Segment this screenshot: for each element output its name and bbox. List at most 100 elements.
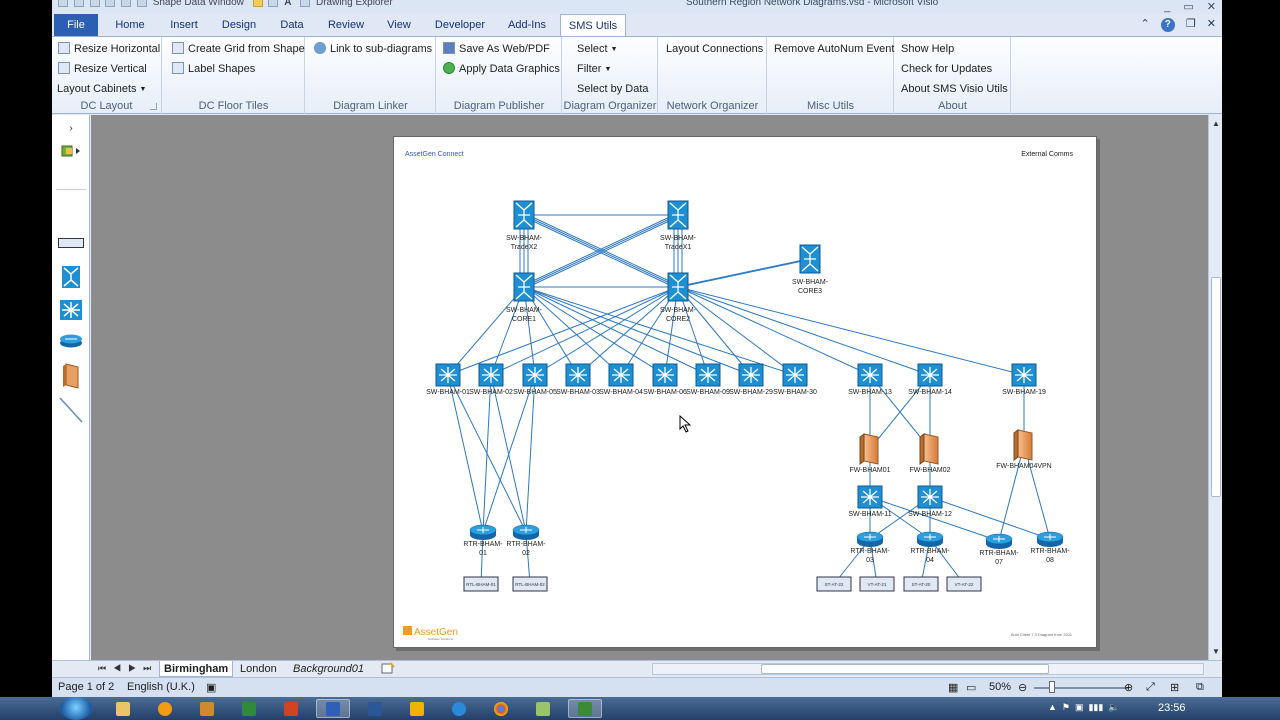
taskbar-app[interactable] <box>190 699 224 718</box>
language-indicator[interactable]: English (U.K.) <box>127 681 195 693</box>
remove-autonum-button[interactable]: Remove AutoNum Event <box>774 42 894 56</box>
taskbar-powerpoint[interactable] <box>274 699 308 718</box>
taskbar-outlook[interactable] <box>400 699 434 718</box>
undo-icon[interactable] <box>90 0 100 7</box>
scroll-down-icon[interactable]: ▼ <box>1212 647 1220 656</box>
zoom-level[interactable]: 50% <box>989 681 1011 693</box>
router-shape-icon[interactable] <box>52 334 90 348</box>
save-as-web-button[interactable]: Save As Web/PDF <box>443 42 550 56</box>
zoom-in-icon[interactable]: ⊕ <box>1124 681 1133 694</box>
link-subdiagrams-button[interactable]: Link to sub-diagrams <box>314 42 432 56</box>
node-sw02[interactable]: SW-BHAM-02 <box>469 364 513 396</box>
redo-icon[interactable] <box>105 0 115 7</box>
select-by-data-button[interactable]: Select by Data <box>577 82 649 96</box>
node-box1[interactable]: RTL-BHAM-01 <box>464 577 498 591</box>
normal-view-icon[interactable]: ▦ <box>948 681 958 694</box>
taskbar-explorer[interactable] <box>106 699 140 718</box>
sheet-tab-london[interactable]: London <box>236 661 281 677</box>
node-box6[interactable]: VT-AT-22 <box>947 577 981 591</box>
node-sw05[interactable]: SW-BHAM-05 <box>513 364 557 396</box>
scroll-up-icon[interactable]: ▲ <box>1212 119 1220 128</box>
taskbar-word[interactable] <box>358 699 392 718</box>
network-link[interactable] <box>524 287 795 375</box>
taskbar-media-player[interactable] <box>148 699 182 718</box>
network-diagram[interactable]: SW-BHAM-TradeX2 SW-BHAM-TradeX1 SW-BHAM-CO… <box>394 137 1098 649</box>
layout-connections-button[interactable]: Layout Connections <box>666 42 763 56</box>
close-doc-icon[interactable]: ✕ <box>1207 18 1216 30</box>
node-rtr01[interactable]: RTR-BHAM-01 <box>463 525 503 557</box>
network-link[interactable] <box>999 445 1024 541</box>
sheet-tab-birmingham[interactable]: Birmingham <box>159 661 233 677</box>
checkbox-icon[interactable] <box>300 0 310 7</box>
node-td2[interactable]: SW-BHAM-TradeX2 <box>506 201 543 251</box>
drawing-canvas[interactable]: SW-BHAM-TradeX2 SW-BHAM-TradeX1 SW-BHAM-CO… <box>91 115 1208 660</box>
node-sw30[interactable]: SW-BHAM-30 <box>773 364 817 396</box>
node-td1[interactable]: SW-BHAM-TradeX1 <box>660 201 697 251</box>
node-sw09[interactable]: SW-BHAM-09 <box>686 364 730 396</box>
network-link[interactable] <box>676 259 808 287</box>
network-link[interactable] <box>448 287 524 375</box>
firewall-shape-icon[interactable] <box>52 363 90 389</box>
tab-add-ins[interactable]: Add-Ins <box>502 14 552 36</box>
insert-page-icon[interactable] <box>377 662 399 678</box>
node-rtr04[interactable]: RTR-BHAM-04 <box>910 532 950 564</box>
network-link[interactable] <box>578 287 678 375</box>
taskbar-ie[interactable] <box>442 699 476 718</box>
pan-zoom-icon[interactable]: ⊞ <box>1170 681 1179 694</box>
node-box5[interactable]: ST-AT-20 <box>904 577 938 591</box>
tab-file[interactable]: File <box>54 14 98 36</box>
rectangle-shape-icon[interactable] <box>52 237 90 249</box>
line-shape-icon[interactable] <box>52 397 90 423</box>
zoom-out-icon[interactable]: ⊖ <box>1018 681 1027 694</box>
network-link[interactable] <box>678 287 1024 375</box>
create-grid-button[interactable]: Create Grid from Shape <box>172 42 305 56</box>
node-rtr03[interactable]: RTR-BHAM-03 <box>850 532 890 564</box>
stencil-icon[interactable] <box>52 143 90 159</box>
fit-page-icon[interactable]: ⤢ <box>1146 681 1155 694</box>
minimize-icon[interactable]: _ <box>1164 1 1170 13</box>
system-tray[interactable]: ▲ ⚑ ▣ ▮▮▮ 🔈 <box>1048 702 1120 713</box>
fullscreen-icon[interactable]: ▭ <box>966 681 976 694</box>
taskbar-chrome[interactable] <box>484 699 518 718</box>
network-link[interactable] <box>678 287 795 375</box>
network-link[interactable] <box>448 375 483 532</box>
taskbar-app2[interactable] <box>526 699 560 718</box>
visio-app-icon[interactable] <box>58 0 68 7</box>
text-tool-icon[interactable]: A <box>284 0 291 8</box>
node-sw13[interactable]: SW-BHAM-13 <box>848 364 892 396</box>
pointer-tool-icon[interactable] <box>253 0 263 7</box>
tab-data[interactable]: Data <box>274 14 310 36</box>
expand-shapes-icon[interactable]: › <box>52 121 90 135</box>
restore-icon[interactable]: ❐ <box>1186 18 1196 30</box>
node-fw02[interactable]: FW-BHAM02 <box>909 434 950 474</box>
node-box3[interactable]: ST-AT-22 <box>817 577 851 591</box>
horizontal-scrollbar[interactable] <box>652 663 1204 675</box>
node-sw03[interactable]: SW-BHAM-03 <box>556 364 600 396</box>
vertical-scroll-thumb[interactable] <box>1211 277 1221 497</box>
help-icon[interactable]: ? <box>1161 18 1175 32</box>
node-box4[interactable]: VT-AT-21 <box>860 577 894 591</box>
atm-switch-shape-icon[interactable] <box>52 266 90 288</box>
node-sw19[interactable]: SW-BHAM-19 <box>1002 364 1046 396</box>
drawing-page[interactable]: SW-BHAM-TradeX2 SW-BHAM-TradeX1 SW-BHAM-CO… <box>393 136 1097 648</box>
dialog-launcher-icon[interactable] <box>150 103 157 110</box>
node-sw14[interactable]: SW-BHAM-14 <box>908 364 952 396</box>
label-shapes-button[interactable]: Label Shapes <box>172 62 255 76</box>
node-rtr08[interactable]: RTR-BHAM-08 <box>1030 532 1070 564</box>
tab-home[interactable]: Home <box>110 14 150 36</box>
node-box2[interactable]: RTL-BHAM-02 <box>513 577 547 591</box>
node-core3[interactable]: SW-BHAM-CORE3 <box>792 245 829 295</box>
sheet-tab-background01[interactable]: Background01 <box>289 661 368 677</box>
tab-view[interactable]: View <box>382 14 416 36</box>
node-sw04[interactable]: SW-BHAM-04 <box>599 364 643 396</box>
node-sw06[interactable]: SW-BHAM-06 <box>643 364 687 396</box>
tab-sms-utils[interactable]: SMS Utils <box>560 14 626 37</box>
taskbar-excel[interactable] <box>232 699 266 718</box>
macro-icon[interactable]: ▣ <box>206 681 216 694</box>
check-updates-button[interactable]: Check for Updates <box>901 62 992 76</box>
maximize-icon[interactable]: ▭ <box>1183 1 1193 13</box>
node-fwvpn[interactable]: FW-BHAM04VPN <box>996 430 1052 470</box>
qat-drawing-explorer-label[interactable]: Drawing Explorer <box>316 0 393 8</box>
connector-tool-icon[interactable] <box>268 0 278 7</box>
checkbox-icon[interactable] <box>137 0 147 7</box>
